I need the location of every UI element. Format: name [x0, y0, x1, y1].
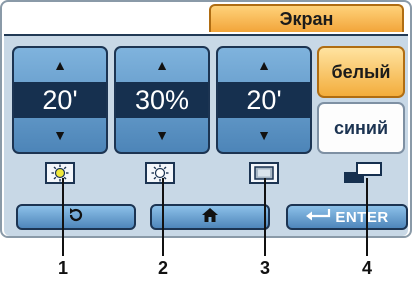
- backlight-blue-button[interactable]: синий: [317, 102, 405, 154]
- increase-button[interactable]: ▲: [218, 48, 310, 82]
- enter-label: ENTER: [335, 208, 389, 226]
- screen-off-stepper: ▲ 20' ▼: [216, 46, 312, 154]
- decrease-button[interactable]: ▼: [14, 118, 106, 152]
- enter-arrow-icon: [305, 208, 331, 227]
- callout-line-3: [264, 178, 266, 256]
- callout-line-4: [366, 178, 368, 256]
- triangle-up-icon: ▲: [53, 57, 67, 73]
- tab-screen[interactable]: Экран: [209, 4, 404, 32]
- brightness-timeout-stepper: ▲ 20' ▼: [12, 46, 108, 154]
- triangle-down-icon: ▼: [155, 127, 169, 143]
- stepper-value: 20': [14, 82, 106, 118]
- stepper-value: 30%: [116, 82, 208, 118]
- triangle-up-icon: ▲: [155, 57, 169, 73]
- stepper-value: 20': [218, 82, 310, 118]
- increase-button[interactable]: ▲: [116, 48, 208, 82]
- home-button[interactable]: [150, 204, 270, 230]
- callout-number: 2: [157, 258, 168, 278]
- backlight-color-icon: [343, 162, 383, 189]
- triangle-down-icon: ▼: [53, 127, 67, 143]
- decrease-button[interactable]: ▼: [218, 118, 310, 152]
- home-icon: [201, 207, 219, 228]
- enter-button[interactable]: ENTER: [286, 204, 408, 230]
- rotate-back-icon: [67, 206, 85, 229]
- settings-body: ▲ 20' ▼ ▲ 30% ▼ ▲ 20' ▼ белый синий ENTE…: [4, 36, 408, 236]
- backlight-white-button[interactable]: белый: [317, 46, 405, 98]
- callout-number: 4: [361, 258, 372, 278]
- callout-number: 1: [57, 258, 68, 278]
- callout-line-2: [162, 178, 164, 256]
- triangle-down-icon: ▼: [257, 127, 271, 143]
- callout-number: 3: [259, 258, 270, 278]
- sun-bright-icon: [45, 162, 75, 184]
- sun-dim-icon: [145, 162, 175, 184]
- back-button[interactable]: [16, 204, 136, 230]
- decrease-button[interactable]: ▼: [116, 118, 208, 152]
- triangle-up-icon: ▲: [257, 57, 271, 73]
- callout-line-1: [62, 178, 64, 256]
- increase-button[interactable]: ▲: [14, 48, 106, 82]
- dim-brightness-stepper: ▲ 30% ▼: [114, 46, 210, 154]
